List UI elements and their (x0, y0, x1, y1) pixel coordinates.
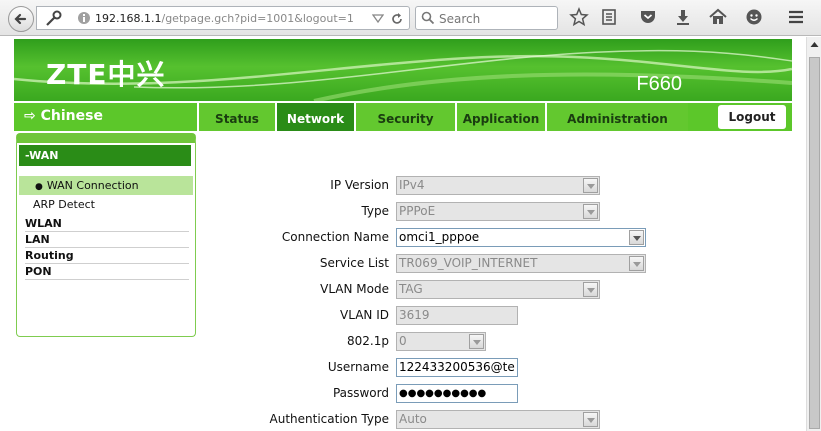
chevron-down-icon (629, 256, 644, 271)
logout-button[interactable]: Logout (718, 105, 786, 129)
ip-version-select[interactable]: IPv4 (396, 176, 600, 195)
hello-chat-icon[interactable] (744, 7, 764, 27)
search-placeholder: Search (439, 12, 481, 26)
tab-status[interactable]: Status (197, 103, 275, 131)
type-label: Type (361, 204, 389, 218)
vlan-mode-select[interactable]: TAG (396, 280, 600, 299)
url-path: /getpage.gch?pid=1001&logout=1 (161, 12, 354, 25)
chevron-down-icon (583, 204, 598, 219)
ip-version-label: IP Version (330, 178, 389, 192)
username-label: Username (327, 360, 389, 374)
vlan-id-label: VLAN ID (340, 308, 389, 322)
url-bar[interactable]: 192.168.1.1/getpage.gch?pid=1001&logout=… (36, 6, 410, 30)
menu-icon[interactable] (786, 7, 806, 27)
zte-logo: ZTE中兴 (46, 58, 166, 91)
authentication-type-select[interactable]: Auto (396, 410, 600, 429)
chevron-down-icon (629, 230, 644, 245)
sidebar-section-wan[interactable]: -WAN (19, 145, 191, 166)
bookmark-star-icon[interactable] (569, 7, 589, 27)
router-admin-page: ZTE中兴 F660 ⇨ Chinese Status Network Secu… (0, 37, 806, 431)
url-host: 192.168.1.1 (95, 12, 162, 25)
chevron-down-icon (583, 178, 598, 193)
vlan-id-input[interactable]: 3619 (396, 306, 518, 325)
language-switch-link[interactable]: ⇨ Chinese (24, 108, 103, 124)
browser-toolbar: 192.168.1.1/getpage.gch?pid=1001&logout=… (0, 0, 821, 36)
type-value: PPPoE (399, 204, 436, 218)
search-bar[interactable]: Search (415, 6, 558, 30)
type-select[interactable]: PPPoE (396, 202, 600, 221)
device-model: F660 (636, 73, 682, 95)
connection-name-label: Connection Name (281, 230, 389, 244)
info-icon[interactable] (77, 11, 91, 25)
tab-network[interactable]: Network (275, 103, 354, 131)
service-list-label: Service List (319, 256, 389, 270)
password-input[interactable]: ●●●●●●●●●● (396, 384, 518, 403)
ip-version-value: IPv4 (399, 178, 425, 192)
main-nav: ⇨ Chinese Status Network Security Applic… (14, 103, 792, 131)
authentication-type-label: Authentication Type (269, 412, 389, 426)
scroll-up-arrow-icon[interactable] (809, 39, 820, 50)
scrollbar-thumb[interactable] (809, 57, 820, 429)
reload-icon[interactable] (390, 12, 404, 26)
search-icon (421, 11, 435, 25)
tab-administration[interactable]: Administration (545, 103, 688, 131)
page-header: ZTE中兴 F660 (14, 39, 792, 101)
reading-list-icon[interactable] (599, 7, 619, 27)
authentication-type-value: Auto (399, 412, 427, 426)
service-list-select[interactable]: TR069_VOIP_INTERNET (396, 254, 646, 273)
vlan-mode-value: TAG (399, 282, 423, 296)
back-button[interactable] (8, 6, 34, 32)
url-text: 192.168.1.1/getpage.gch?pid=1001&logout=… (95, 12, 354, 25)
tab-security[interactable]: Security (354, 103, 455, 131)
chevron-down-icon (583, 412, 598, 427)
priority-802-1p-label: 802.1p (347, 334, 389, 348)
pocket-icon[interactable] (638, 7, 658, 27)
password-label: Password (332, 386, 389, 400)
chevron-down-icon (469, 334, 484, 349)
connection-name-select[interactable]: omci1_pppoe (396, 228, 646, 247)
username-input[interactable]: 122433200536@te (396, 358, 518, 377)
back-arrow-icon (14, 13, 27, 25)
site-identity-icon (46, 10, 62, 26)
home-icon[interactable] (708, 7, 728, 27)
dropdown-history-icon[interactable] (372, 14, 384, 24)
service-list-value: TR069_VOIP_INTERNET (399, 256, 538, 270)
page-scrollbar[interactable] (806, 37, 821, 431)
connection-name-value: omci1_pppoe (399, 230, 480, 244)
tab-application[interactable]: Application (455, 103, 545, 131)
vlan-mode-label: VLAN Mode (320, 282, 389, 296)
priority-802-1p-value: 0 (399, 334, 407, 348)
download-icon[interactable] (673, 7, 693, 27)
priority-802-1p-select[interactable]: 0 (396, 332, 486, 351)
chevron-down-icon (583, 282, 598, 297)
